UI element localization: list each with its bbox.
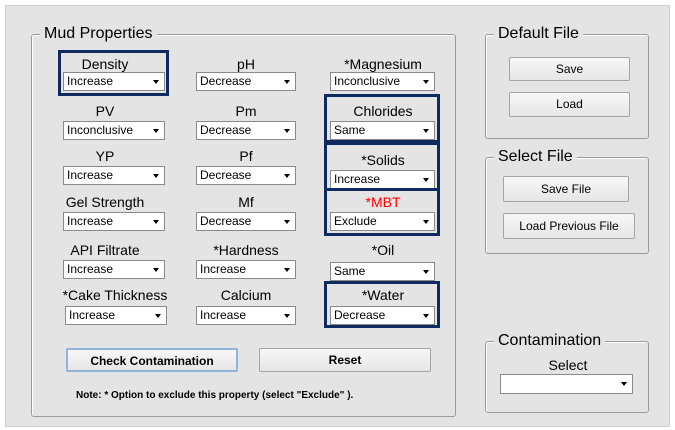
mf-label: Mf (238, 194, 254, 210)
density-value: Increase (67, 74, 114, 88)
chevron-down-icon (284, 129, 290, 133)
gel-strength-select[interactable]: Increase (63, 212, 165, 231)
pm-value: Decrease (200, 123, 252, 137)
ph-value: Decrease (200, 74, 252, 88)
chevron-down-icon (621, 382, 627, 386)
oil-value: Same (334, 264, 366, 278)
pv-select[interactable]: Inconclusive (63, 121, 165, 140)
mud-properties-title: Mud Properties (40, 23, 157, 45)
oil-select[interactable]: Same (330, 262, 435, 281)
chevron-down-icon (423, 220, 429, 224)
pf-label: Pf (239, 148, 253, 164)
chevron-down-icon (153, 80, 159, 84)
chlorides-select[interactable]: Same (330, 121, 435, 140)
hardness-select[interactable]: Increase (196, 260, 296, 279)
magnesium-select[interactable]: Inconclusive (330, 72, 435, 91)
calcium-label: Calcium (220, 287, 272, 303)
density-label: Density (81, 56, 129, 72)
chevron-down-icon (284, 268, 290, 272)
chevron-down-icon (284, 220, 290, 224)
load-previous-file-button[interactable]: Load Previous File (503, 213, 635, 239)
pf-select[interactable]: Decrease (196, 166, 296, 185)
water-label: *Water (361, 287, 405, 303)
pm-label: Pm (235, 103, 257, 119)
density-select[interactable]: Increase (63, 72, 165, 91)
main-panel: Mud Properties Density Increase pH Decre… (5, 5, 670, 427)
api-filtrate-select[interactable]: Increase (63, 260, 165, 279)
chevron-down-icon (153, 220, 159, 224)
chlorides-value: Same (334, 123, 366, 137)
api-filtrate-value: Increase (67, 262, 114, 276)
reset-button[interactable]: Reset (259, 348, 431, 372)
mbt-label: *MBT (365, 194, 401, 210)
chevron-down-icon (423, 178, 429, 182)
save-file-button[interactable]: Save File (503, 176, 629, 202)
cake-thickness-value: Increase (69, 308, 116, 322)
chevron-down-icon (153, 129, 159, 133)
mbt-select[interactable]: Exclude (330, 212, 435, 231)
mf-value: Decrease (200, 214, 252, 228)
load-button[interactable]: Load (509, 92, 630, 117)
check-contamination-button[interactable]: Check Contamination (66, 348, 238, 372)
yp-label: YP (95, 148, 115, 164)
select-file-group: Select File (485, 146, 649, 254)
contamination-select[interactable] (500, 374, 633, 394)
calcium-value: Increase (200, 308, 247, 322)
solids-value: Increase (334, 172, 381, 186)
mf-select[interactable]: Decrease (196, 212, 296, 231)
chevron-down-icon (153, 174, 159, 178)
gel-strength-value: Increase (67, 214, 114, 228)
chevron-down-icon (423, 129, 429, 133)
ph-select[interactable]: Decrease (196, 72, 296, 91)
save-button[interactable]: Save (509, 57, 630, 81)
chevron-down-icon (423, 314, 429, 318)
pm-select[interactable]: Decrease (196, 121, 296, 140)
default-file-group: Default File (485, 23, 649, 139)
api-filtrate-label: API Filtrate (70, 242, 140, 258)
default-file-title: Default File (494, 23, 583, 45)
gel-strength-label: Gel Strength (65, 194, 145, 210)
pv-value: Inconclusive (67, 123, 134, 137)
select-file-title: Select File (494, 146, 577, 168)
chevron-down-icon (153, 268, 159, 272)
contamination-select-label: Select (548, 357, 588, 373)
chevron-down-icon (423, 270, 429, 274)
mbt-value: Exclude (334, 214, 377, 228)
chevron-down-icon (284, 314, 290, 318)
chevron-down-icon (155, 314, 161, 318)
chevron-down-icon (284, 80, 290, 84)
water-select[interactable]: Decrease (330, 306, 435, 325)
magnesium-label: *Magnesium (344, 56, 422, 72)
chevron-down-icon (423, 80, 429, 84)
chlorides-label: Chlorides (353, 103, 413, 119)
yp-select[interactable]: Increase (63, 166, 165, 185)
oil-label: *Oil (371, 242, 395, 258)
hardness-label: *Hardness (213, 242, 279, 258)
ph-label: pH (237, 56, 255, 72)
solids-select[interactable]: Increase (330, 170, 435, 189)
chevron-down-icon (284, 174, 290, 178)
contamination-title: Contamination (494, 330, 606, 352)
hardness-value: Increase (200, 262, 247, 276)
cake-thickness-label: *Cake Thickness (62, 287, 168, 303)
cake-thickness-select[interactable]: Increase (65, 306, 167, 325)
magnesium-value: Inconclusive (334, 74, 401, 88)
calcium-select[interactable]: Increase (196, 306, 296, 325)
pf-value: Decrease (200, 168, 252, 182)
solids-label: *Solids (361, 152, 405, 168)
exclude-note: Note: * Option to exclude this property … (76, 390, 354, 401)
yp-value: Increase (67, 168, 114, 182)
water-value: Decrease (334, 308, 386, 322)
pv-label: PV (95, 103, 115, 119)
